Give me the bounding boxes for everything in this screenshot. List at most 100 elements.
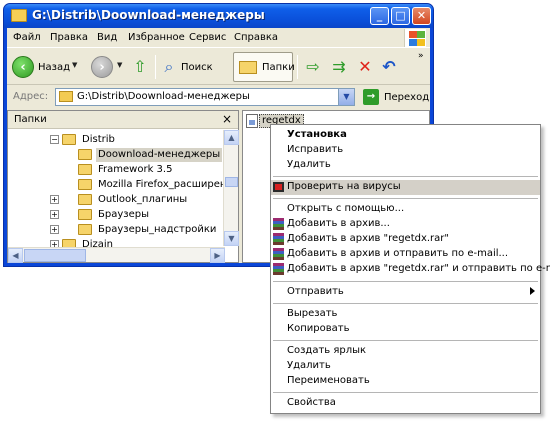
tree-item-selected[interactable]: Doownload-менеджеры <box>66 148 226 162</box>
scroll-thumb[interactable] <box>225 177 238 187</box>
menu-separator <box>273 176 538 177</box>
antivirus-icon <box>273 182 284 192</box>
menu-item-label: Свойства <box>287 397 336 408</box>
menu-item-copy[interactable]: Копировать <box>271 322 540 337</box>
tree-item[interactable]: + Outlook_плагины <box>50 193 226 207</box>
menu-favorites[interactable]: Избранное <box>128 32 185 43</box>
menu-item-virus-scan[interactable]: Проверить на вирусы <box>271 180 540 195</box>
windows-logo-icon <box>404 29 426 47</box>
menu-item-label: Копировать <box>287 323 350 334</box>
folder-icon <box>78 224 92 235</box>
tree-vertical-scrollbar[interactable]: ▲ ▼ <box>223 130 239 246</box>
folders-button[interactable]: Папки <box>233 52 295 82</box>
menu-item-label: Открыть с помощью... <box>287 203 405 214</box>
tree-item[interactable]: Framework 3.5 <box>66 163 226 177</box>
back-arrow-icon[interactable]: ‹ <box>12 56 34 78</box>
scroll-up-icon[interactable]: ▲ <box>224 130 239 145</box>
search-icon[interactable]: ⌕ <box>159 57 179 77</box>
scroll-right-icon[interactable]: ▶ <box>210 248 225 263</box>
menu-item-label: Удалить <box>287 360 331 371</box>
forward-dropdown-icon[interactable]: ▼ <box>117 61 122 69</box>
menu-tools[interactable]: Сервис <box>189 32 226 43</box>
folder-icon <box>78 164 92 175</box>
menu-item-repair[interactable]: Исправить <box>271 143 540 158</box>
expand-icon[interactable]: + <box>50 195 59 204</box>
window-title: G:\Distrib\Doownload-менеджеры <box>32 8 265 22</box>
collapse-icon[interactable]: − <box>50 135 59 144</box>
menu-file[interactable]: Файл <box>13 32 41 43</box>
tree-item[interactable]: + Dizain <box>50 238 225 247</box>
menu-item-cut[interactable]: Вырезать <box>271 307 540 322</box>
menu-item-label: Вырезать <box>287 308 338 319</box>
scroll-left-icon[interactable]: ◀ <box>8 248 23 263</box>
folder-icon <box>78 179 92 190</box>
menu-item-rename[interactable]: Переименовать <box>271 374 540 389</box>
menu-item-delete[interactable]: Удалить <box>271 359 540 374</box>
close-pane-icon[interactable]: × <box>222 112 232 126</box>
menu-item-send-to[interactable]: Отправить <box>271 285 540 300</box>
menu-item-add-to-archive[interactable]: Добавить в архив... <box>271 217 540 232</box>
title-bar[interactable]: G:\Distrib\Doownload-менеджеры _ □ ✕ <box>4 4 433 28</box>
menu-item-create-shortcut[interactable]: Создать ярлык <box>271 344 540 359</box>
copy-to-icon[interactable]: ⇉ <box>329 57 349 77</box>
close-button[interactable]: ✕ <box>412 7 431 25</box>
winrar-icon <box>273 233 284 245</box>
menu-item-open-with[interactable]: Открыть с помощью... <box>271 202 540 217</box>
tree-item[interactable]: Mozilla Firefox_расширения <box>66 178 224 192</box>
tree-horizontal-scrollbar[interactable]: ◀ ▶ <box>8 247 225 263</box>
folder-icon <box>62 239 76 247</box>
menu-item-add-to-rar[interactable]: Добавить в архив "regetdx.rar" <box>271 232 540 247</box>
folders-pane-title: Папки <box>14 114 47 125</box>
context-menu: Установка Исправить Удалить Проверить на… <box>270 124 550 414</box>
expand-icon[interactable]: + <box>50 210 59 219</box>
tree-item[interactable]: + Браузеры_надстройки <box>50 223 226 237</box>
menu-item-label: Проверить на вирусы <box>287 181 401 192</box>
tree-item-label: Браузеры <box>98 209 149 220</box>
menu-help[interactable]: Справка <box>234 32 278 43</box>
menu-separator <box>273 281 538 282</box>
menu-view[interactable]: Вид <box>97 32 117 43</box>
tree-item[interactable]: + Браузеры <box>50 208 226 222</box>
tree-item-label: Браузеры_надстройки <box>98 224 217 235</box>
menu-item-install[interactable]: Установка <box>271 128 540 143</box>
winrar-icon <box>273 263 284 275</box>
toolbar-overflow-icon[interactable]: » <box>418 51 424 61</box>
menu-separator <box>273 392 538 393</box>
expand-icon[interactable]: + <box>50 225 59 234</box>
address-input[interactable]: G:\Distrib\Doownload-менеджеры ▼ <box>55 88 355 106</box>
up-folder-icon[interactable]: ⇧ <box>130 57 150 77</box>
expand-icon[interactable]: + <box>50 240 59 247</box>
folder-icon <box>78 194 92 205</box>
scroll-thumb[interactable] <box>24 249 86 262</box>
maximize-button[interactable]: □ <box>391 7 410 25</box>
delete-icon[interactable]: ✕ <box>355 57 375 77</box>
menu-item-label: Установка <box>287 129 347 140</box>
address-dropdown-icon[interactable]: ▼ <box>338 89 354 105</box>
toolbar-separator <box>297 55 298 79</box>
search-button-label[interactable]: Поиск <box>181 62 213 73</box>
back-button-label[interactable]: Назад <box>38 62 70 73</box>
menu-bar: Файл Правка Вид Избранное Сервис Справка <box>7 28 430 48</box>
menu-item-label: Отправить <box>287 286 344 297</box>
go-button-label[interactable]: Переход <box>384 92 429 103</box>
tree-item-label: Doownload-менеджеры <box>96 148 223 162</box>
forward-arrow-icon[interactable]: › <box>91 56 113 78</box>
tree-item-label: Mozilla Firefox_расширения <box>98 179 224 190</box>
minimize-button[interactable]: _ <box>370 7 389 25</box>
winrar-icon <box>273 248 284 260</box>
scroll-down-icon[interactable]: ▼ <box>224 231 239 246</box>
submenu-arrow-icon <box>530 287 535 295</box>
menu-item-uninstall[interactable]: Удалить <box>271 158 540 173</box>
tree-item-label: Outlook_плагины <box>98 194 188 205</box>
executable-file-icon <box>246 114 258 128</box>
folder-icon <box>11 9 27 22</box>
menu-item-properties[interactable]: Свойства <box>271 396 540 411</box>
go-arrow-icon[interactable]: → <box>363 89 379 105</box>
move-to-icon[interactable]: ⇨ <box>303 57 323 77</box>
undo-icon[interactable]: ↶ <box>379 57 399 77</box>
menu-item-archive-and-email[interactable]: Добавить в архив и отправить по e-mail..… <box>271 247 540 262</box>
menu-item-rar-and-email[interactable]: Добавить в архив "regetdx.rar" и отправи… <box>271 262 550 277</box>
tree-item[interactable]: − Distrib <box>50 133 230 147</box>
menu-edit[interactable]: Правка <box>50 32 88 43</box>
back-dropdown-icon[interactable]: ▼ <box>72 61 77 69</box>
